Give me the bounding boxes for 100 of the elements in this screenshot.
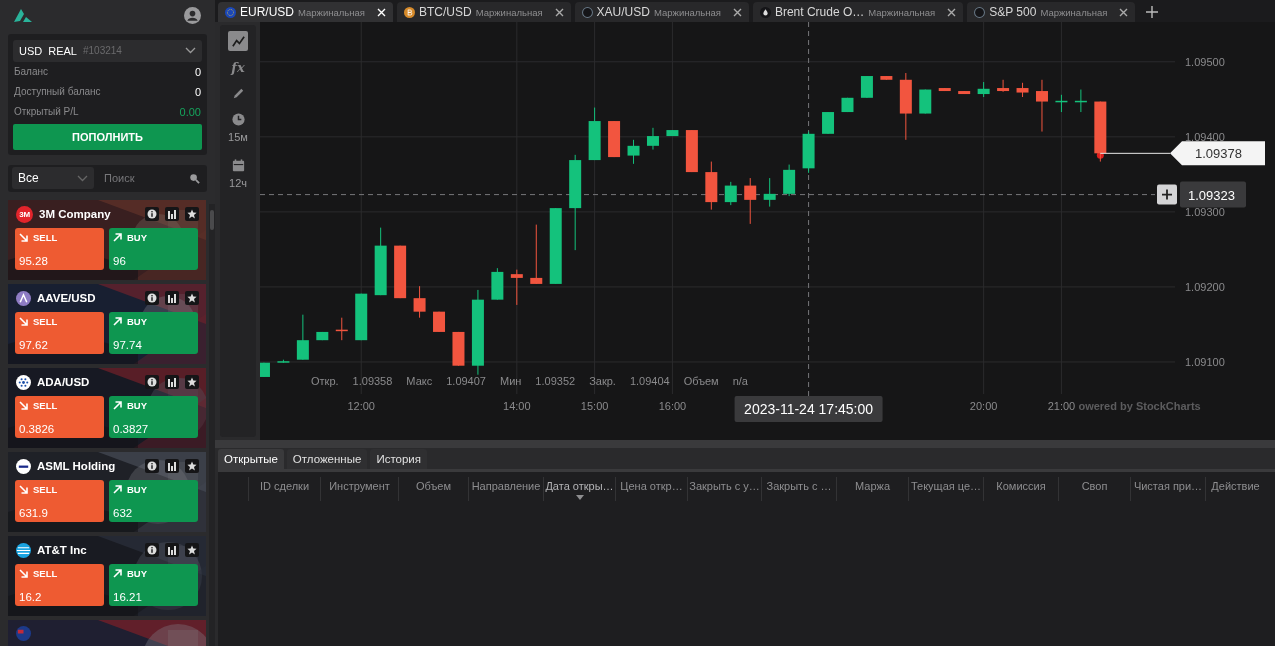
info-icon <box>147 545 157 555</box>
column-header[interactable]: Текущая це… <box>908 477 983 501</box>
price-axis-label: 1.09500 <box>1185 55 1225 68</box>
line-tool[interactable] <box>228 31 248 51</box>
bar-chart-icon <box>167 377 177 387</box>
avatar-icon[interactable] <box>184 6 201 24</box>
positions-tab[interactable]: Открытые <box>218 449 284 469</box>
column-header[interactable]: Действие <box>1205 477 1265 501</box>
search-icon[interactable] <box>189 172 200 184</box>
favorite-button[interactable] <box>185 207 199 221</box>
instrument-tab[interactable]: S&P 500 Маржинальная <box>967 2 1136 22</box>
tool-label: 15м <box>228 131 248 143</box>
arrow-icon <box>113 233 122 242</box>
bar-chart-icon <box>167 293 177 303</box>
arrow-icon <box>113 317 122 326</box>
instrument-tab[interactable]: BTC/USD Маржинальная <box>396 2 571 22</box>
sell-button[interactable]: SELL 0.3826 <box>15 396 104 438</box>
column-header[interactable]: Закрыть с … <box>761 477 836 501</box>
chart-button[interactable] <box>165 207 179 221</box>
buy-button[interactable]: BUY 0.3827 <box>109 396 198 438</box>
tab-subtitle: Маржинальная <box>475 6 543 18</box>
chart-button[interactable] <box>165 459 179 473</box>
column-header[interactable]: Объем <box>398 477 468 501</box>
favorite-button[interactable] <box>185 459 199 473</box>
favorite-button[interactable] <box>185 543 199 557</box>
account-select[interactable]: USD REAL #103214 <box>13 39 202 62</box>
candle <box>1074 89 1087 113</box>
chart-button[interactable] <box>165 375 179 389</box>
add-alert-button[interactable] <box>1157 184 1177 205</box>
sell-button[interactable]: SELL 16.2 <box>15 564 104 606</box>
info-button[interactable] <box>145 375 159 389</box>
arrow-icon <box>113 401 122 410</box>
column-header[interactable]: Маржа <box>836 477 908 501</box>
sell-button[interactable]: SELL 97.62 <box>15 312 104 354</box>
column-header[interactable]: Чистая при… <box>1130 477 1205 501</box>
candle <box>666 129 679 137</box>
info-button[interactable] <box>145 459 159 473</box>
candle <box>510 269 523 306</box>
star-icon <box>187 209 197 219</box>
column-header[interactable]: Дата откры… <box>543 477 615 501</box>
positions-tab[interactable]: История <box>370 449 427 469</box>
company-logo-icon <box>16 458 31 474</box>
sell-button[interactable]: SELL 95.28 <box>15 228 104 270</box>
candle <box>627 139 640 165</box>
instrument-tab[interactable]: Brent Crude O… Маржинальная <box>752 2 964 22</box>
column-header[interactable]: Направление <box>468 477 543 501</box>
search-field[interactable]: Поиск <box>102 171 181 186</box>
readout-value: 1.09407 <box>446 375 486 387</box>
balance-label: Доступный баланс <box>14 86 101 98</box>
candle <box>1016 82 1029 98</box>
readout-label: Мин <box>499 375 522 387</box>
candle <box>841 97 854 113</box>
balance-value: 0 <box>194 85 201 98</box>
favorite-button[interactable] <box>185 375 199 389</box>
info-button[interactable] <box>145 543 159 557</box>
close-icon[interactable] <box>947 7 957 17</box>
column-header[interactable]: Инструмент <box>320 477 398 501</box>
crosshair-price-label: 1.09323 <box>1180 181 1246 208</box>
column-header[interactable]: Цена откр… <box>615 477 687 501</box>
info-button[interactable] <box>145 291 159 305</box>
close-icon[interactable] <box>554 7 564 17</box>
column-header[interactable]: ID сделки <box>248 477 320 501</box>
info-button[interactable] <box>145 207 159 221</box>
sell-button[interactable]: SELL 631.9 <box>15 480 104 522</box>
line-chart-icon <box>230 33 246 49</box>
add-tab-icon[interactable] <box>1145 5 1160 19</box>
logo-icon[interactable] <box>13 7 33 24</box>
instrument-tab[interactable]: EUR/USD Маржинальная <box>218 2 393 22</box>
deposit-button[interactable]: ПОПОЛНИТЬ <box>13 123 202 150</box>
triangle-logo-icon <box>16 290 31 306</box>
candlestick-chart[interactable]: 1.09100 1.09200 1.09300 1.09400 1.09500 12:00 14:00 15:00 16:00 20:00 21:00 owered by StockCharts 1.09378 1.09323 2023-11-24 17:45:00 Откр. 1.09358 Макс 1.09407 Мин 1.09352 Закр. 1.09404 Объем n/a <box>260 22 1275 440</box>
star-icon <box>187 461 197 471</box>
buy-button[interactable]: BUY 632 <box>109 480 198 522</box>
candle <box>724 181 737 206</box>
tab-symbol: BTC/USD <box>418 5 472 19</box>
tab-subtitle: Маржинальная <box>1040 6 1108 18</box>
column-header[interactable]: Комиссия <box>983 477 1058 501</box>
chart-button[interactable] <box>165 291 179 305</box>
chart-button[interactable] <box>165 543 179 557</box>
time-axis-label: 14:00 <box>503 400 531 412</box>
column-header[interactable]: Закрыть с у… <box>687 477 761 501</box>
favorite-button[interactable] <box>185 291 199 305</box>
column-header[interactable]: Своп <box>1058 477 1130 501</box>
candle <box>763 177 776 208</box>
buy-button[interactable]: BUY 16.21 <box>109 564 198 606</box>
positions-tab[interactable]: Отложенные <box>286 449 368 469</box>
category-select[interactable]: Все <box>12 167 94 190</box>
close-icon[interactable] <box>732 7 742 17</box>
instrument-tab[interactable]: XAU/USD Маржинальная <box>574 2 749 22</box>
chevron-icon <box>185 47 196 55</box>
price-axis-label: 1.09400 <box>1185 130 1225 143</box>
time-axis-label: 15:00 <box>580 400 609 412</box>
indicators-button[interactable]: fx <box>228 57 248 77</box>
readout-label: Закр. <box>589 375 616 387</box>
readout-label: Макс <box>406 375 433 387</box>
close-icon[interactable] <box>1119 7 1129 17</box>
buy-button[interactable]: BUY 96 <box>109 228 198 270</box>
buy-button[interactable]: BUY 97.74 <box>109 312 198 354</box>
bar-chart-icon <box>167 545 177 555</box>
instrument-name: ASML Holding <box>37 460 117 472</box>
